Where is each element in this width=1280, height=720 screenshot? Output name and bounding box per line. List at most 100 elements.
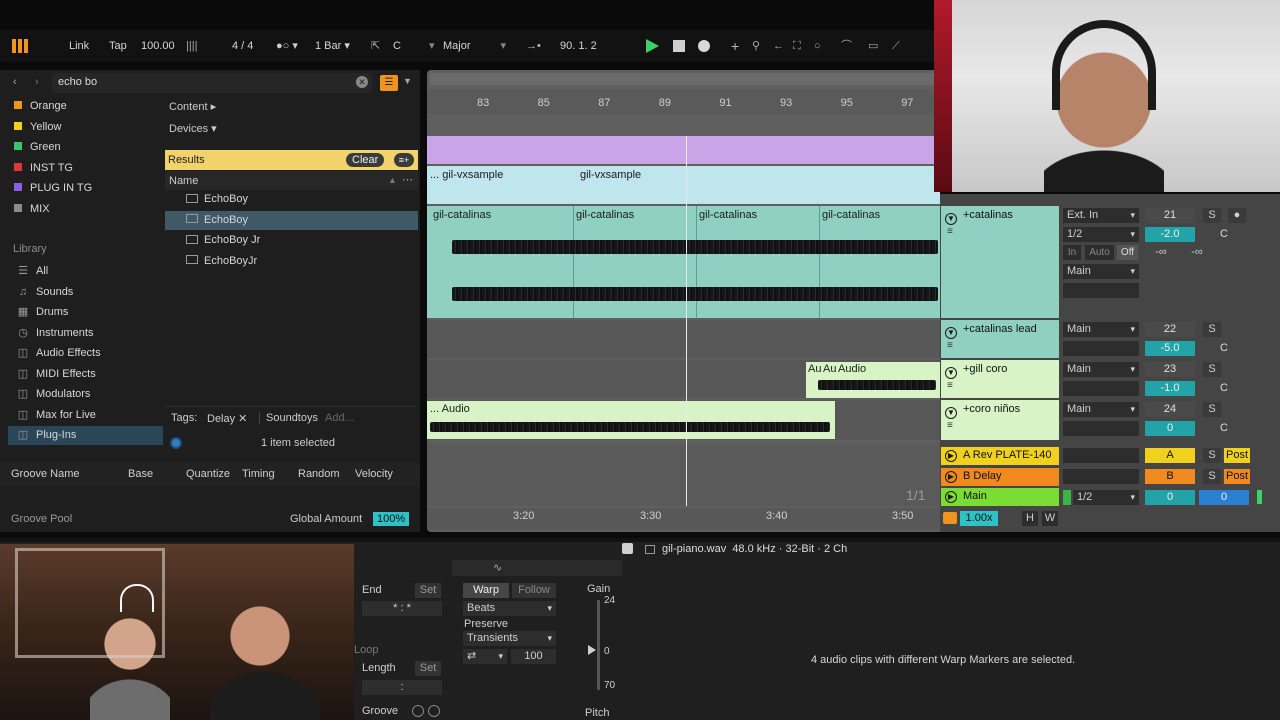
track-fold-icon[interactable]: ▼ xyxy=(945,327,957,339)
clear-results-button[interactable]: Clear xyxy=(346,153,385,167)
solo-button[interactable]: S xyxy=(1203,362,1221,377)
quantize-dropdown[interactable]: 1 Bar ▾ xyxy=(315,38,350,54)
time-signature-field[interactable]: 4 / 4 xyxy=(232,38,253,54)
main-pan-field[interactable]: 0 xyxy=(1199,490,1249,505)
sidebar-item-drums[interactable]: ▦ Drums xyxy=(16,303,69,321)
transients-dropdown[interactable]: Transients xyxy=(463,631,556,646)
sidebar-item-audio-effects[interactable]: ◫ Audio Effects xyxy=(16,344,101,362)
volume-field[interactable]: 0 xyxy=(1145,421,1195,436)
clear-search-icon[interactable]: ✕ xyxy=(356,76,368,88)
track-number[interactable]: 22 xyxy=(1145,322,1195,337)
monitor-auto-button[interactable]: Auto xyxy=(1085,245,1114,260)
groove-column-random[interactable]: Random xyxy=(298,468,340,480)
output-dropdown[interactable]: Main xyxy=(1063,402,1139,417)
overdub-icon[interactable]: + xyxy=(731,38,739,54)
track-number[interactable]: 24 xyxy=(1145,402,1195,417)
clip-catalinas[interactable]: gil-catalinas xyxy=(576,209,634,221)
clip-vxsample-2[interactable]: gil-vxsample xyxy=(580,169,641,181)
groove-column-groove-name[interactable]: Groove Name xyxy=(11,468,79,480)
input-type-dropdown[interactable]: Ext. In xyxy=(1063,208,1139,223)
main-fold-icon[interactable]: ▶ xyxy=(945,491,957,503)
track-name[interactable]: ▼ +catalinas lead xyxy=(941,323,1059,339)
clip-vxsample-1[interactable]: ... gil-vxsample xyxy=(430,169,503,181)
automation-arm-icon[interactable]: ⚲ xyxy=(752,38,760,54)
track-menu-icon[interactable]: ≡ xyxy=(947,226,953,237)
send-a-field[interactable]: -∞ xyxy=(1148,245,1174,260)
clip-catalinas[interactable]: gil-catalinas xyxy=(699,209,757,221)
follow-icon[interactable]: ⇱ xyxy=(371,38,380,54)
track-fold-icon[interactable]: ▼ xyxy=(945,367,957,379)
zoom-field[interactable]: 1.00x xyxy=(960,511,998,526)
result-item[interactable]: EchoBoyJr xyxy=(186,252,418,271)
volume-field[interactable]: -2.0 xyxy=(1145,227,1195,242)
filter-icon[interactable]: ☰ xyxy=(380,75,398,91)
volume-field[interactable]: -5.0 xyxy=(1145,341,1195,356)
browser-back-icon[interactable]: ‹ xyxy=(13,76,17,88)
add-tag-input[interactable]: Add... xyxy=(325,412,354,424)
pan-field[interactable]: C xyxy=(1199,341,1249,356)
stop-button[interactable] xyxy=(673,40,685,52)
tag-delay[interactable]: Delay ✕ xyxy=(207,412,247,425)
track-menu-icon[interactable]: ≡ xyxy=(947,420,953,431)
input-channel-dropdown[interactable]: 1/2 xyxy=(1063,227,1139,242)
add-filter-button[interactable]: ≡+ xyxy=(394,153,414,167)
browser-forward-icon[interactable]: › xyxy=(35,76,39,88)
global-amount-field[interactable]: 100% xyxy=(373,512,410,526)
length-set-button[interactable]: Set xyxy=(415,661,441,676)
track-name[interactable]: ▼ +coro niños xyxy=(941,403,1059,419)
clip-catalinas[interactable]: gil-catalinas xyxy=(433,209,491,221)
h-button[interactable]: H xyxy=(1022,511,1038,526)
loop-icon[interactable]: ▭ xyxy=(868,38,878,54)
sidebar-item-midi-effects[interactable]: ◫ MIDI Effects xyxy=(16,365,96,383)
send-b-field[interactable]: -∞ xyxy=(1184,245,1210,260)
name-column-header[interactable] xyxy=(165,171,418,190)
pan-field[interactable]: C xyxy=(1199,227,1249,242)
gain-slider-track[interactable] xyxy=(597,600,600,690)
groove-commit-icon[interactable] xyxy=(428,705,440,717)
output-dropdown[interactable]: Main xyxy=(1063,362,1139,377)
result-item[interactable]: EchoBoy xyxy=(186,190,418,209)
search-field[interactable]: echo bo ✕ xyxy=(52,73,372,93)
record-button[interactable] xyxy=(698,40,710,52)
output-channel-field[interactable] xyxy=(1063,283,1139,298)
return-output-field[interactable] xyxy=(1063,448,1139,463)
collection-inst-tg[interactable]: INST TG xyxy=(14,159,73,177)
overview-strip[interactable] xyxy=(430,73,936,85)
solo-button[interactable]: S xyxy=(1203,468,1221,484)
loop-label[interactable]: Loop xyxy=(354,644,378,656)
track-number[interactable]: 23 xyxy=(1145,362,1195,377)
track-menu-icon[interactable]: ≡ xyxy=(947,340,953,351)
play-button[interactable] xyxy=(646,39,659,53)
collection-plug-in-tg[interactable]: PLUG IN TG xyxy=(14,179,92,197)
track-name[interactable]: ▼ +gill coro xyxy=(941,363,1059,379)
zoom-icon[interactable] xyxy=(943,512,957,524)
collection-mix[interactable]: MIX xyxy=(14,200,50,218)
tag-soundtoys[interactable]: Soundtoys xyxy=(259,412,318,424)
solo-button[interactable]: S xyxy=(1203,208,1221,223)
draw-mode-icon[interactable]: ⟋ xyxy=(892,38,900,54)
capture-icon[interactable]: ⛶ xyxy=(793,38,801,54)
content-filter[interactable]: Content ▸ xyxy=(169,100,216,113)
sidebar-item-max-for-live[interactable]: ◫ Max for Live xyxy=(16,406,96,424)
clip-coro[interactable]: Au xyxy=(823,363,836,375)
output-channel-field[interactable] xyxy=(1063,381,1139,396)
track-fold-icon[interactable]: ▼ xyxy=(945,213,957,225)
return-fold-icon[interactable]: ▶ xyxy=(945,470,957,483)
arrangement-position-field[interactable]: 90. 1. 2 xyxy=(560,38,597,54)
collection-orange[interactable]: Orange xyxy=(14,97,67,115)
return-letter[interactable]: A xyxy=(1145,448,1195,463)
collection-yellow[interactable]: Yellow xyxy=(14,118,61,136)
warp-button[interactable]: Warp xyxy=(463,583,509,598)
clip-coro[interactable]: Audio xyxy=(838,363,866,375)
end-set-button[interactable]: Set xyxy=(415,583,441,598)
tempo-field[interactable]: 100.00 xyxy=(141,38,175,54)
follow-button[interactable]: Follow xyxy=(512,583,556,598)
sort-icon[interactable]: ▲ xyxy=(388,175,397,185)
filter-menu-icon[interactable]: ▼ xyxy=(403,76,412,86)
sidebar-item-sounds[interactable]: ♫ Sounds xyxy=(16,283,73,301)
arm-button[interactable]: ● xyxy=(1228,208,1246,223)
groove-column-base[interactable]: Base xyxy=(128,468,153,480)
return-letter[interactable]: B xyxy=(1145,468,1195,484)
nudge-icon[interactable]: |||| xyxy=(186,38,197,54)
clip-catalinas[interactable]: gil-catalinas xyxy=(822,209,880,221)
